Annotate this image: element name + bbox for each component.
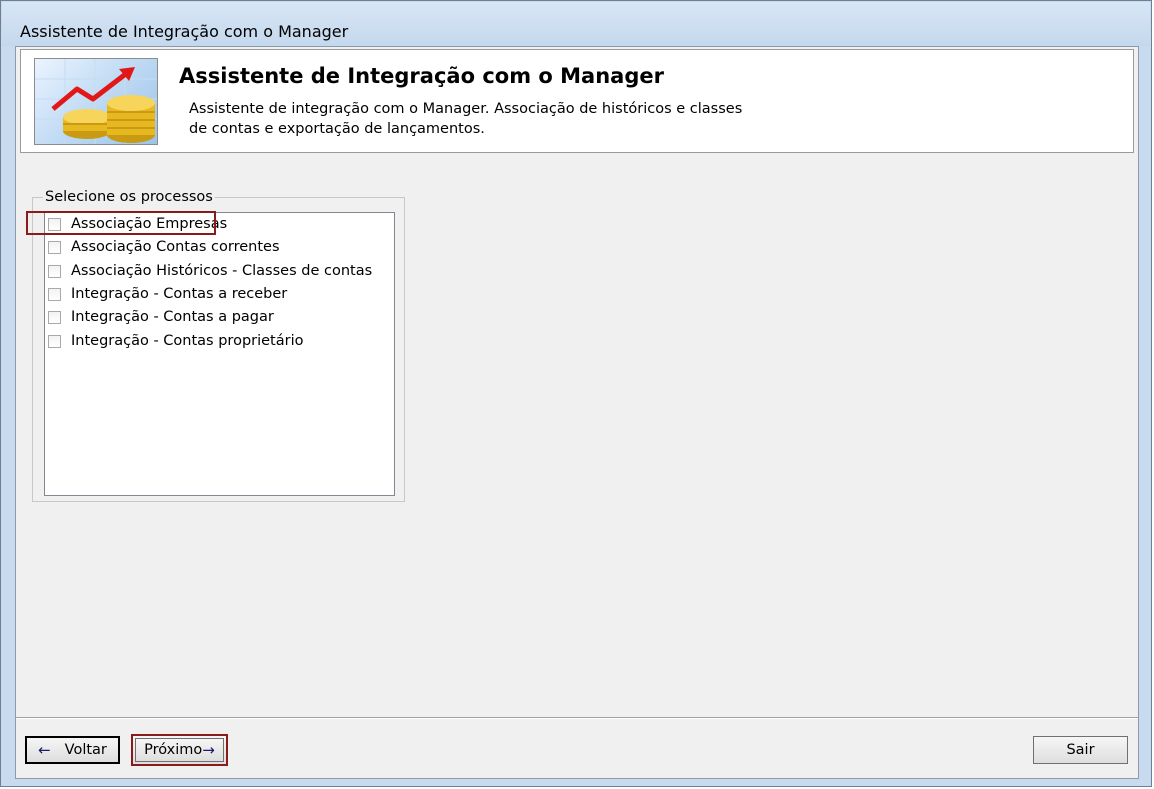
checkbox[interactable]: [48, 264, 61, 278]
footer-divider: [16, 717, 1138, 719]
next-button[interactable]: Próximo →: [131, 734, 228, 766]
process-group-legend: Selecione os processos: [43, 189, 215, 205]
checkbox[interactable]: [48, 310, 61, 324]
process-item-associacao-contas-correntes[interactable]: Associação Contas correntes: [47, 236, 387, 258]
process-item-integracao-contas-pagar[interactable]: Integração - Contas a pagar: [47, 306, 387, 328]
process-item-integracao-contas-proprietario[interactable]: Integração - Contas proprietário: [47, 330, 387, 352]
checkbox[interactable]: [48, 240, 61, 254]
header-title: Assistente de Integração com o Manager: [179, 64, 664, 88]
back-button-label: Voltar: [64, 742, 107, 758]
process-item-label: Integração - Contas proprietário: [71, 333, 304, 349]
process-item-label: Associação Históricos - Classes de conta…: [71, 263, 373, 279]
process-selection-group: Selecione os processos Associação Empres…: [32, 189, 405, 502]
process-item-label: Associação Contas correntes: [71, 239, 280, 255]
window-title: Assistente de Integração com o Manager: [20, 22, 349, 41]
process-checklist[interactable]: Associação Empresas Associação Contas co…: [44, 212, 395, 496]
next-button-label: Próximo: [144, 742, 203, 758]
wizard-client-area: Assistente de Integração com o Manager A…: [15, 46, 1139, 779]
arrow-right-icon: →: [202, 741, 215, 759]
next-button-face[interactable]: Próximo →: [135, 738, 224, 762]
process-item-associacao-historicos[interactable]: Associação Históricos - Classes de conta…: [47, 260, 387, 282]
title-bar[interactable]: Assistente de Integração com o Manager: [2, 2, 1150, 46]
process-item-label: Integração - Contas a pagar: [71, 309, 274, 325]
process-item-integracao-contas-receber[interactable]: Integração - Contas a receber: [47, 283, 387, 305]
checkbox[interactable]: [48, 334, 61, 348]
checkbox[interactable]: [48, 287, 61, 301]
arrow-left-icon: ←: [38, 741, 51, 759]
back-button[interactable]: ← Voltar: [25, 736, 120, 764]
wizard-header: Assistente de Integração com o Manager A…: [20, 49, 1134, 153]
wizard-window: Assistente de Integração com o Manager A…: [0, 0, 1152, 787]
exit-button-label: Sair: [1066, 742, 1095, 758]
header-description-line-1: Assistente de integração com o Manager. …: [189, 101, 743, 117]
header-description: Assistente de integração com o Manager. …: [189, 99, 789, 139]
finance-chart-coins-icon: [34, 58, 158, 145]
process-item-label: Integração - Contas a receber: [71, 286, 288, 302]
highlight-box-first-item: [26, 211, 216, 235]
exit-button[interactable]: Sair: [1033, 736, 1128, 764]
header-description-line-2: de contas e exportação de lançamentos.: [189, 121, 485, 137]
